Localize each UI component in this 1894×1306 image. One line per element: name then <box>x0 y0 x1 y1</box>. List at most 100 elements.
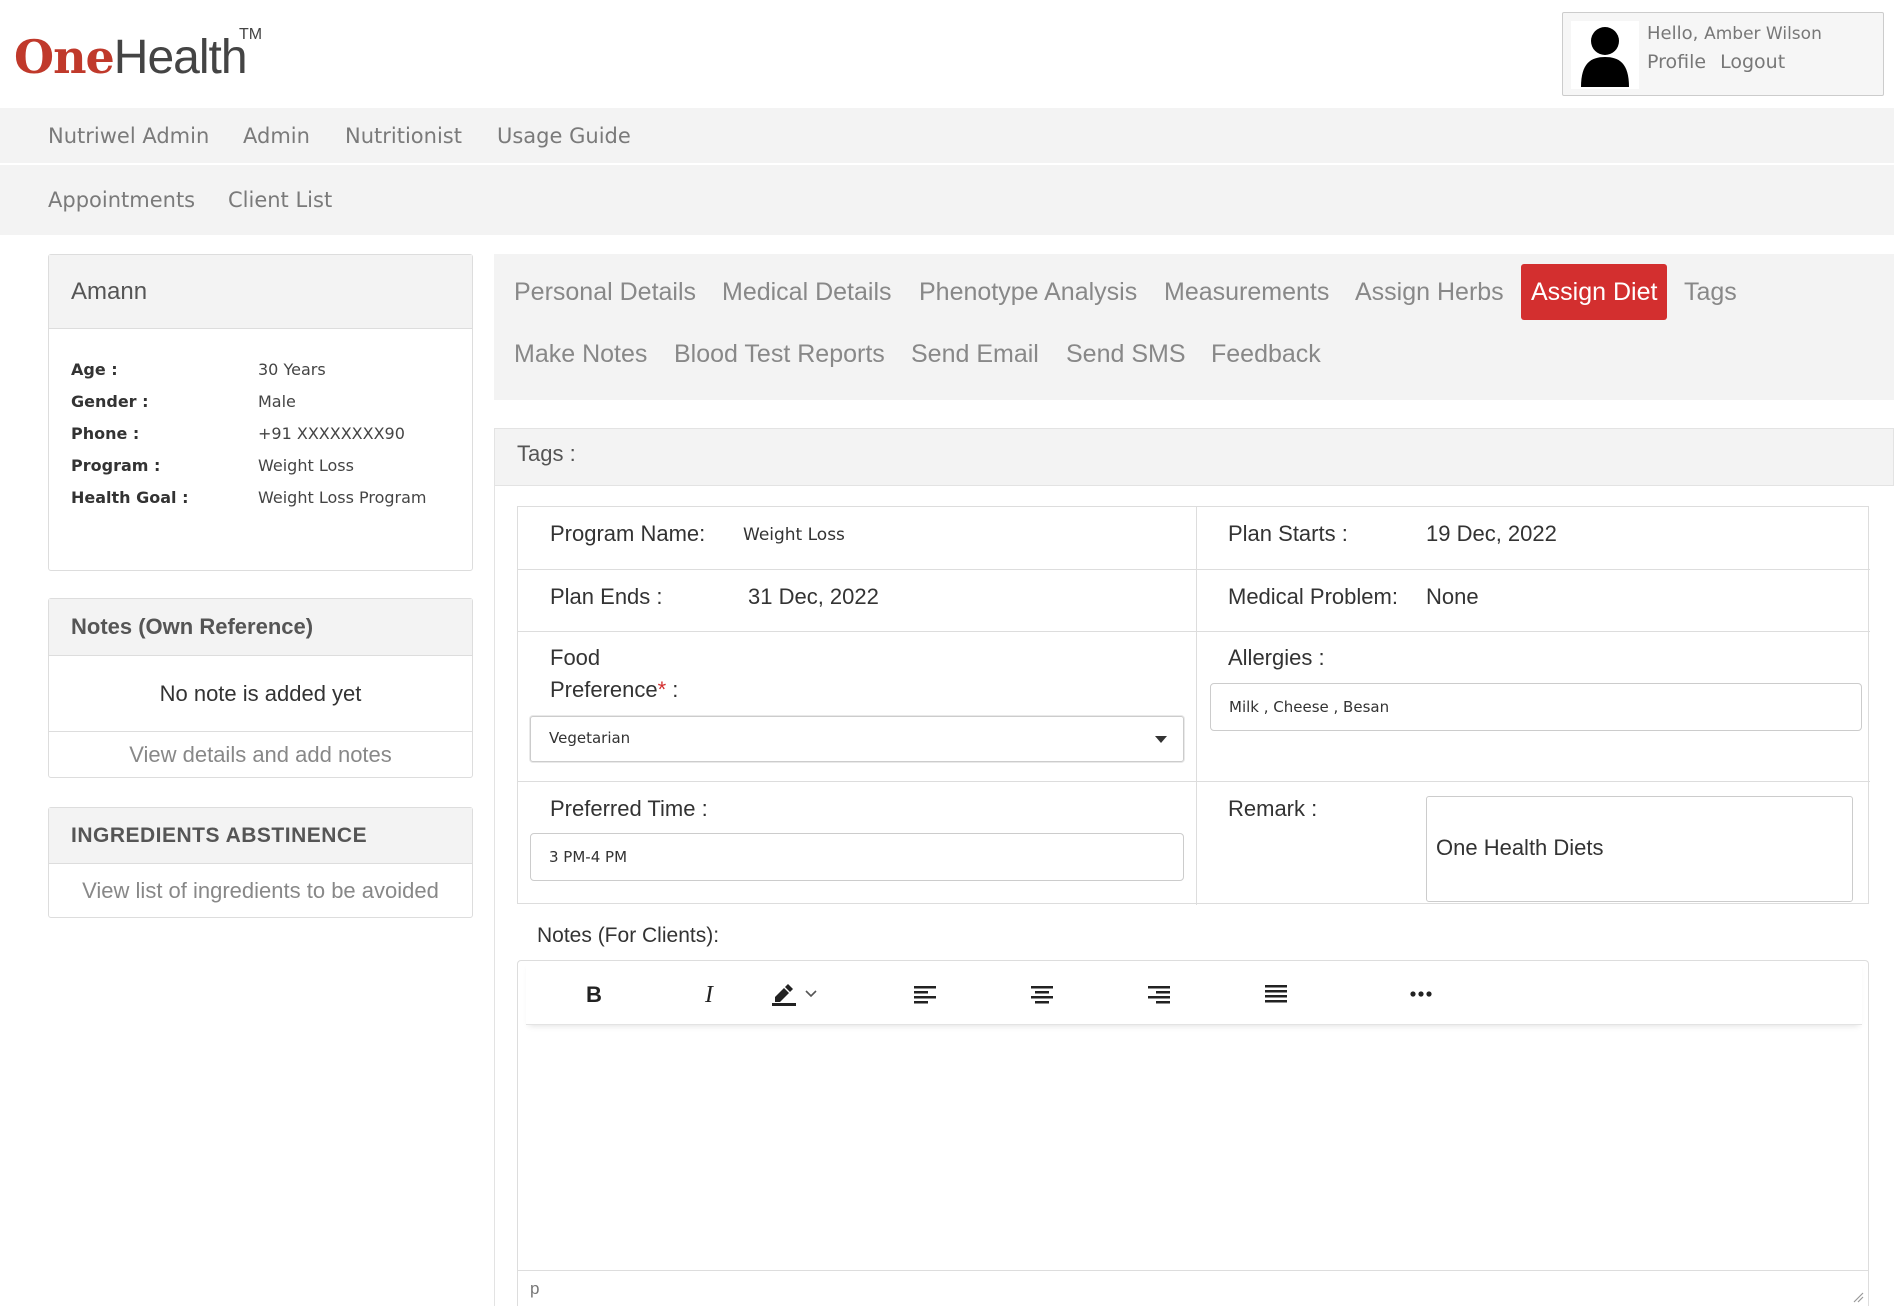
gender-value: Male <box>258 392 296 411</box>
rich-text-editor: B I p <box>517 960 1869 1306</box>
notes-empty-text: No note is added yet <box>49 656 472 732</box>
nav-client-list[interactable]: Client List <box>228 188 332 212</box>
align-center-icon[interactable] <box>1027 979 1057 1009</box>
food-preference-label: Preference* : <box>550 677 678 703</box>
tab-feedback[interactable]: Feedback <box>1211 340 1321 369</box>
tab-assign-herbs[interactable]: Assign Herbs <box>1355 278 1504 307</box>
preferred-time-value: 3 PM-4 PM <box>549 848 628 866</box>
align-justify-icon[interactable] <box>1261 979 1291 1009</box>
phone-value: +91 XXXXXXXX90 <box>258 424 405 443</box>
allergies-input[interactable]: Milk , Cheese , Besan <box>1210 683 1862 731</box>
client-info-panel: Amann Age : 30 Years Gender : Male Phone… <box>48 254 473 571</box>
editor-toolbar: B I <box>526 961 1862 1025</box>
remark-textarea[interactable]: One Health Diets <box>1426 796 1853 902</box>
health-goal-value: Weight Loss Program <box>258 488 427 507</box>
food-preference-label-line1: Food <box>550 645 601 670</box>
notes-panel: Notes (Own Reference) No note is added y… <box>48 598 473 778</box>
svg-text:B: B <box>586 983 602 1005</box>
tab-make-notes[interactable]: Make Notes <box>514 340 647 369</box>
food-preference-select[interactable]: Vegetarian <box>530 716 1184 762</box>
health-goal-label: Health Goal : <box>71 488 189 507</box>
highlight-icon[interactable] <box>770 979 826 1009</box>
grid-divider <box>518 569 1870 570</box>
avatar <box>1571 21 1639 89</box>
plan-ends-label: Plan Ends : <box>550 584 663 609</box>
plan-ends-value: 31 Dec, 2022 <box>748 584 879 609</box>
medical-problem-value: None <box>1426 584 1479 609</box>
section-header: Tags : <box>494 428 1894 486</box>
caret-down-icon <box>1155 736 1167 743</box>
age-value: 30 Years <box>258 360 326 379</box>
program-name-label: Program Name: <box>550 521 706 546</box>
diet-form: Program Name: Weight Loss Plan Starts : … <box>494 486 1894 1306</box>
preferred-time-label: Preferred Time : <box>550 796 708 821</box>
tab-blood-test-reports[interactable]: Blood Test Reports <box>674 340 885 369</box>
logo[interactable]: One Health TM <box>14 26 262 90</box>
grid-divider-vertical <box>1196 507 1197 905</box>
diet-form-grid: Program Name: Weight Loss Plan Starts : … <box>517 506 1870 905</box>
editor-statusbar: p <box>518 1270 1868 1306</box>
tab-measurements[interactable]: Measurements <box>1164 278 1329 307</box>
nav-nutriwel-admin[interactable]: Nutriwel Admin <box>48 124 209 148</box>
user-box: Hello, Amber Wilson Profile Logout <box>1562 12 1884 96</box>
allergies-label: Allergies : <box>1228 645 1325 670</box>
nav-nutritionist[interactable]: Nutritionist <box>345 124 462 148</box>
user-icon <box>1581 27 1629 87</box>
ingredients-panel-title: INGREDIENTS ABSTINENCE <box>49 808 472 864</box>
align-left-icon[interactable] <box>910 979 940 1009</box>
phone-label: Phone : <box>71 424 140 443</box>
program-value: Weight Loss <box>258 456 354 475</box>
grid-divider <box>518 631 1870 632</box>
header: One Health TM Hello, Amber Wilson Profile… <box>0 0 1894 108</box>
gender-label: Gender : <box>71 392 149 411</box>
client-notes-label: Notes (For Clients): <box>537 924 720 947</box>
editor-content-area[interactable] <box>518 1025 1868 1270</box>
nav-usage-guide[interactable]: Usage Guide <box>497 124 631 148</box>
tab-assign-diet[interactable]: Assign Diet <box>1521 264 1668 320</box>
user-links: Profile Logout <box>1647 51 1793 73</box>
grid-divider <box>518 781 1870 782</box>
notes-panel-title: Notes (Own Reference) <box>49 599 472 656</box>
hello-text: Hello, <box>1647 23 1699 44</box>
food-preference-label-line2: Preference <box>550 677 658 702</box>
logout-link[interactable]: Logout <box>1720 51 1785 73</box>
food-preference-colon: : <box>666 677 679 702</box>
tab-tags[interactable]: Tags <box>1684 278 1737 307</box>
nav-appointments[interactable]: Appointments <box>48 188 195 212</box>
medical-problem-label: Medical Problem: <box>1228 584 1398 609</box>
user-greeting: Hello, Amber Wilson <box>1647 23 1822 44</box>
logo-health: Health <box>113 31 248 84</box>
sub-nav: Appointments Client List <box>0 165 1894 235</box>
allergies-value: Milk , Cheese , Besan <box>1229 698 1390 716</box>
food-preference-value: Vegetarian <box>549 729 631 747</box>
logo-one: One <box>14 30 115 84</box>
main-nav: Nutriwel Admin Admin Nutritionist Usage … <box>0 108 1894 164</box>
preferred-time-input[interactable]: 3 PM-4 PM <box>530 833 1184 881</box>
svg-text:I: I <box>704 983 714 1005</box>
align-right-icon[interactable] <box>1144 979 1174 1009</box>
section-title: Tags : <box>517 441 576 466</box>
tab-send-sms[interactable]: Send SMS <box>1066 340 1186 369</box>
tab-send-email[interactable]: Send Email <box>911 340 1039 369</box>
resize-handle-icon[interactable] <box>1852 1291 1864 1303</box>
required-asterisk: * <box>657 677 667 702</box>
view-ingredients-link[interactable]: View list of ingredients to be avoided <box>49 864 472 918</box>
element-path: p <box>530 1279 540 1298</box>
more-icon[interactable] <box>1406 979 1436 1009</box>
plan-starts-label: Plan Starts : <box>1228 521 1348 546</box>
bold-icon[interactable]: B <box>579 979 609 1009</box>
nav-admin[interactable]: Admin <box>243 124 310 148</box>
tab-medical-details[interactable]: Medical Details <box>722 278 892 307</box>
program-name-value: Weight Loss <box>743 525 845 545</box>
profile-link[interactable]: Profile <box>1647 51 1706 73</box>
client-tabs: Personal Details Medical Details Phenoty… <box>494 254 1894 400</box>
tab-personal-details[interactable]: Personal Details <box>514 278 696 307</box>
ingredients-panel: INGREDIENTS ABSTINENCE View list of ingr… <box>48 807 473 918</box>
logo-trademark: TM <box>239 26 263 43</box>
remark-value: One Health Diets <box>1436 835 1604 860</box>
plan-starts-value: 19 Dec, 2022 <box>1426 521 1557 546</box>
age-label: Age : <box>71 360 118 379</box>
italic-icon[interactable]: I <box>696 979 726 1009</box>
view-notes-link[interactable]: View details and add notes <box>49 732 472 778</box>
tab-phenotype-analysis[interactable]: Phenotype Analysis <box>919 278 1137 307</box>
